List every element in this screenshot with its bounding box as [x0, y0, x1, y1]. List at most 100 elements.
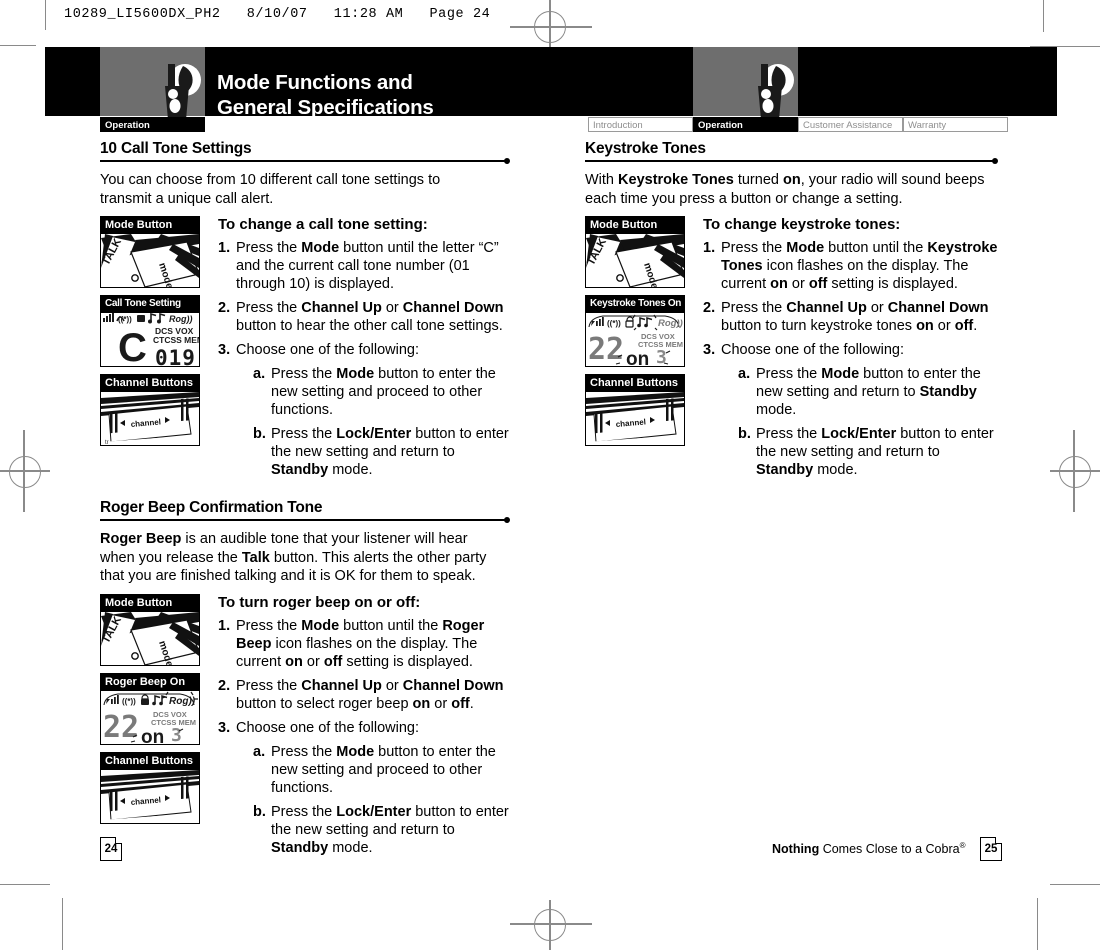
- step-number: 1.: [218, 617, 231, 634]
- sub-step-item: a. Press the Mode button to enter the ne…: [738, 365, 1000, 419]
- figure-column: Mode Button TALK: [100, 216, 200, 453]
- section-heading: 10 Call Tone Settings: [100, 140, 252, 157]
- page-title: Mode Functions and General Specification…: [217, 70, 637, 120]
- lcd-roger-beep-display: ((*)) Rog)) 22 DCS VOX CTCSS MEM on 3: [101, 690, 199, 744]
- trim-mark: [1050, 884, 1100, 885]
- steps-list: 1. Press the Mode button until the Keyst…: [703, 239, 1000, 479]
- page-title-line1: Mode Functions and: [217, 71, 413, 94]
- sub-step-item: a. Press the Mode button to enter the ne…: [253, 743, 521, 797]
- figure-channel-buttons: Channel Buttons: [100, 751, 200, 824]
- svg-text:3: 3: [171, 725, 182, 744]
- svg-text:Rog)): Rog)): [658, 318, 683, 329]
- heading-rule: [100, 517, 515, 527]
- sub-step-letter: a.: [253, 743, 266, 760]
- step-number: 2.: [218, 677, 231, 694]
- step-text: Press the Mode button until the letter “…: [236, 240, 499, 292]
- figure-mode-button: Mode Button TALK mode: [585, 216, 685, 288]
- figure-keystroke-tones-on: Keystroke Tones On ((*)) Rog)) 22 DCS VO…: [585, 295, 685, 367]
- svg-text:((*)): ((*)): [122, 697, 136, 706]
- svg-text:22: 22: [588, 332, 624, 366]
- figure-channel-buttons: Channel Buttons: [100, 374, 200, 446]
- steps-heading: To change a call tone setting:: [218, 216, 428, 233]
- step-text: Choose one of the following:: [236, 342, 419, 358]
- step-item: 2. Press the Channel Up or Channel Down …: [703, 299, 1000, 335]
- trim-mark: [62, 898, 63, 950]
- section-roger-beep: Roger Beep Confirmation Tone Roger Beep …: [100, 499, 515, 864]
- step-text: Press the Channel Up or Channel Down but…: [721, 300, 989, 334]
- tab-operation[interactable]: Operation: [693, 117, 798, 132]
- sub-step-item: b. Press the Lock/Enter button to enter …: [253, 425, 515, 479]
- section-intro: You can choose from 10 different call to…: [100, 172, 441, 207]
- sub-step-text: Press the Lock/Enter button to enter the…: [271, 803, 509, 856]
- sub-step-letter: a.: [253, 366, 266, 382]
- mode-button-photo: TALK mode: [101, 611, 199, 665]
- svg-text:on: on: [141, 727, 164, 744]
- svg-text:on: on: [626, 349, 649, 366]
- figure-mode-button: Mode Button TALK mode: [100, 593, 200, 666]
- step-item: 1. Press the Mode button until the lette…: [218, 239, 515, 293]
- step-text: Press the Mode button until the Keystrok…: [721, 240, 998, 292]
- prepress-slug: 10289_LI5600DX_PH2 8/10/07 11:28 AM Page…: [64, 7, 491, 22]
- svg-text:Rog)): Rog)): [169, 314, 193, 324]
- figure-column: Mode Button TALK: [100, 593, 200, 831]
- figure-caption: Channel Buttons: [101, 752, 199, 770]
- steps-column: To change keystroke tones: 1. Press the …: [703, 216, 1000, 479]
- step-number: 2.: [703, 300, 716, 316]
- svg-text:019: 019: [155, 346, 196, 366]
- trim-mark: [0, 45, 36, 46]
- figure-caption: Keystroke Tones On: [586, 296, 684, 313]
- page-number-right: 25: [980, 837, 1002, 861]
- section-heading: Keystroke Tones: [585, 140, 706, 157]
- step-text: Press the Channel Up or Channel Down but…: [236, 300, 504, 334]
- sub-step-letter: a.: [738, 366, 751, 382]
- tab-customer-assistance[interactable]: Customer Assistance: [798, 117, 903, 132]
- step-text: Press the Channel Up or Channel Down but…: [236, 677, 504, 712]
- step-item: 3. Choose one of the following: a. Press…: [218, 719, 515, 857]
- step-item: 2. Press the Channel Up or Channel Down …: [218, 299, 515, 335]
- trim-mark: [1037, 898, 1038, 950]
- heading-rule: [585, 158, 1000, 168]
- manual-page: 10289_LI5600DX_PH2 8/10/07 11:28 AM Page…: [0, 0, 1100, 950]
- figure-channel-buttons: Channel Buttons: [585, 374, 685, 446]
- figure-roger-beep-on: Roger Beep On ((*)) Rog)) 22 DCS VOX CTC…: [100, 672, 200, 745]
- steps-column: To change a call tone setting: 1. Press …: [218, 216, 515, 479]
- two-way-radio-icon: [165, 64, 201, 120]
- figure-caption: Mode Button: [586, 217, 684, 234]
- step-number: 3.: [703, 342, 716, 358]
- tab-introduction[interactable]: Introduction: [588, 117, 693, 132]
- sub-steps-list: a. Press the Mode button to enter the ne…: [236, 743, 515, 857]
- svg-text:CTCSS MEM: CTCSS MEM: [153, 335, 199, 345]
- svg-text:22: 22: [103, 710, 139, 744]
- section-intro: With Keystroke Tones turned on, your rad…: [585, 172, 985, 207]
- reg-mark-circle: [9, 456, 41, 488]
- trim-mark: [45, 0, 46, 30]
- two-way-radio-icon: [758, 64, 794, 120]
- sub-step-item: b. Press the Lock/Enter button to enter …: [253, 803, 515, 857]
- sub-step-letter: b.: [738, 426, 751, 442]
- reg-mark-circle: [534, 909, 566, 941]
- section-call-tone-settings: 10 Call Tone Settings You can choose fro…: [100, 140, 515, 481]
- step-item: 3. Choose one of the following: a. Press…: [703, 341, 1000, 479]
- sub-step-text: Press the Mode button to enter the new s…: [756, 366, 981, 418]
- sub-step-text: Press the Lock/Enter button to enter the…: [271, 426, 509, 478]
- steps-heading: To change keystroke tones:: [703, 216, 901, 233]
- reg-mark-circle: [1059, 456, 1091, 488]
- channel-buttons-photo: channel: [586, 392, 684, 445]
- tab-warranty[interactable]: Warranty: [903, 117, 1008, 132]
- figure-caption: Channel Buttons: [586, 375, 684, 392]
- right-column: Keystroke Tones With Keystroke Tones tur…: [585, 140, 1000, 486]
- step-number: 3.: [218, 342, 231, 358]
- lcd-keystroke-tones-display: ((*)) Rog)) 22 DCS VOX CTCSS MEM on 3: [586, 313, 684, 366]
- step-number: 1.: [218, 240, 231, 256]
- step-item: 1. Press the Mode button until the Keyst…: [703, 239, 1000, 293]
- heading-rule: [100, 158, 515, 168]
- figure-caption: Call Tone Setting: [101, 296, 199, 313]
- step-number: 2.: [218, 300, 231, 316]
- step-item: 2. Press the Channel Up or Channel Down …: [218, 677, 515, 713]
- page-title-line2: General Specifications: [217, 96, 434, 119]
- reg-mark-circle: [534, 11, 566, 43]
- section-tab-operation-left[interactable]: Operation: [100, 117, 205, 132]
- sub-steps-list: a. Press the Mode button to enter the ne…: [236, 365, 515, 479]
- steps-list: 1. Press the Mode button until the lette…: [218, 239, 515, 479]
- trim-mark: [1043, 0, 1044, 32]
